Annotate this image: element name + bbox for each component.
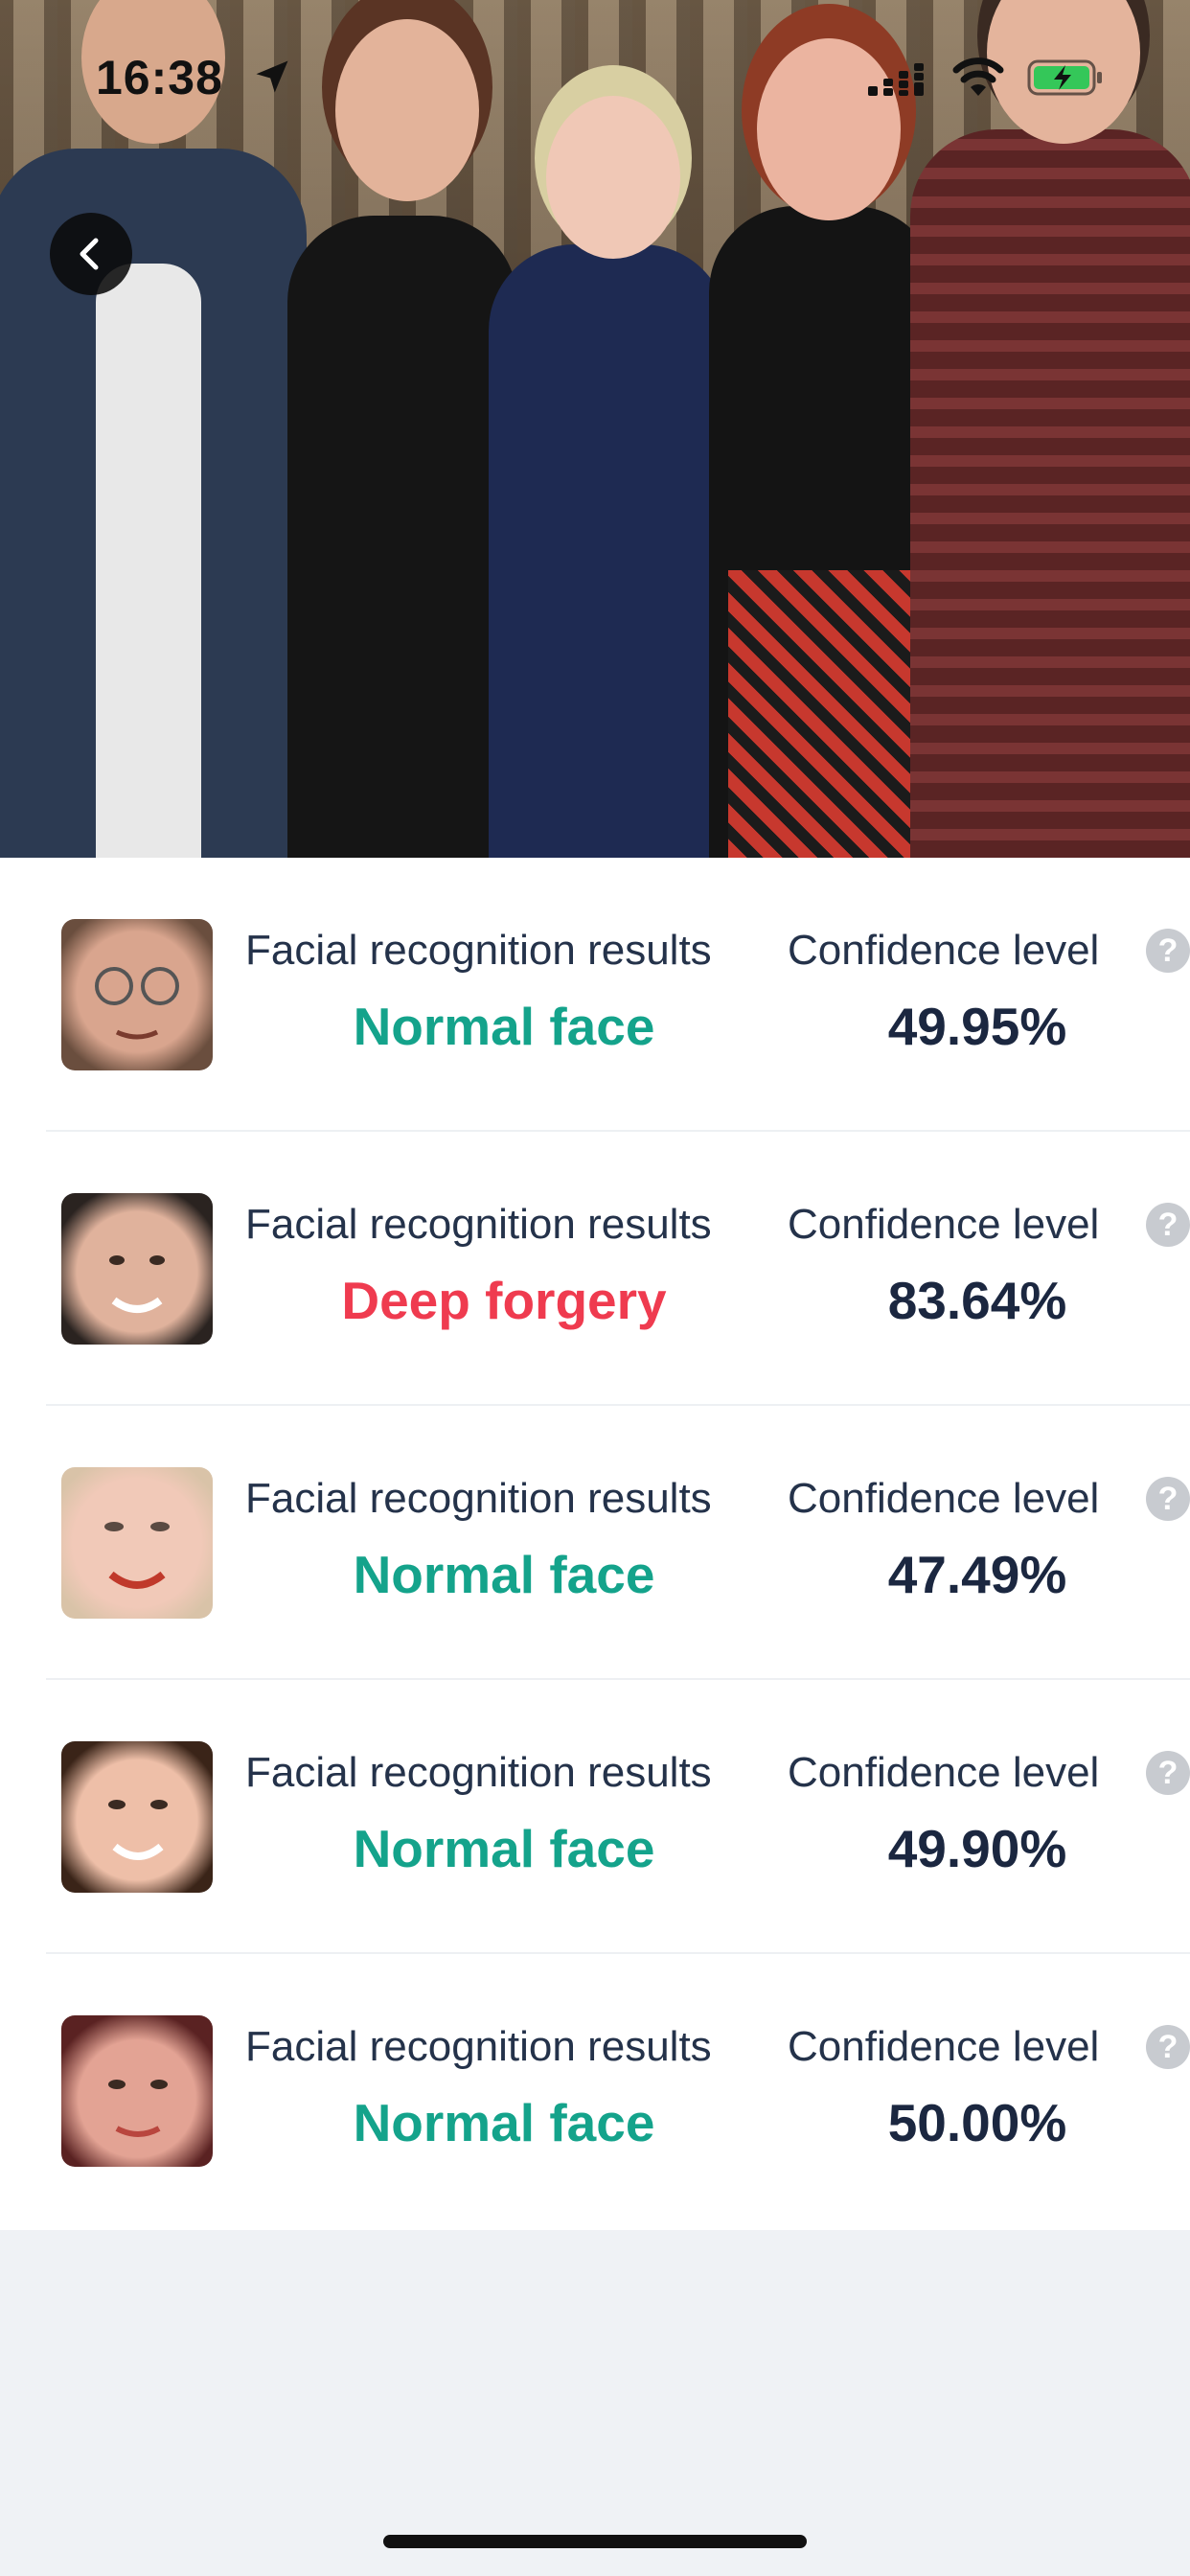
confidence-value: 49.95%	[887, 997, 1067, 1056]
verdict-text: Normal face	[353, 1819, 655, 1878]
status-time: 16:38	[96, 51, 223, 104]
face-result-row[interactable]: Facial recognition results Deep forgery …	[0, 1132, 1190, 1406]
confidence-label: Confidence level	[788, 2023, 1100, 2070]
back-button[interactable]	[50, 213, 132, 295]
verdict-text: Normal face	[353, 1545, 655, 1604]
face-thumbnail	[61, 1741, 213, 1893]
face-thumbnail	[61, 2015, 213, 2167]
face-thumbnail	[61, 919, 213, 1070]
verdict-text: Normal face	[353, 997, 655, 1056]
location-arrow-icon	[256, 60, 288, 93]
uploaded-photo: 16:38	[0, 0, 1190, 858]
face-thumbnail	[61, 1467, 213, 1619]
confidence-value: 50.00%	[887, 2093, 1067, 2152]
verdict-text: Deep forgery	[341, 1271, 667, 1330]
confidence-value: 83.64%	[887, 1271, 1067, 1330]
result-label: Facial recognition results	[245, 2023, 712, 2070]
person-figure	[910, 0, 1190, 858]
result-label: Facial recognition results	[245, 1201, 712, 1248]
verdict-text: Normal face	[353, 2093, 655, 2152]
confidence-label: Confidence level	[788, 927, 1100, 974]
face-thumbnail	[61, 1193, 213, 1345]
result-label: Facial recognition results	[245, 1475, 712, 1522]
cellular-signal-icon	[868, 63, 924, 96]
wifi-icon	[952, 58, 1004, 96]
result-label: Facial recognition results	[245, 1749, 712, 1796]
face-result-row[interactable]: Facial recognition results Normal face C…	[0, 858, 1190, 1132]
confidence-label: Confidence level	[788, 1475, 1100, 1522]
face-result-row[interactable]: Facial recognition results Normal face C…	[0, 1680, 1190, 1954]
result-label: Facial recognition results	[245, 927, 712, 974]
confidence-value: 47.49%	[887, 1545, 1067, 1604]
help-icon[interactable]: ?	[1146, 929, 1190, 973]
battery-charging-icon	[1027, 59, 1102, 96]
face-result-row[interactable]: Facial recognition results Normal face C…	[0, 1954, 1190, 2228]
help-icon[interactable]: ?	[1146, 1477, 1190, 1521]
person-figure	[489, 0, 728, 858]
confidence-label: Confidence level	[788, 1201, 1100, 1248]
person-figure	[0, 0, 307, 858]
confidence-value: 49.90%	[887, 1819, 1067, 1878]
help-icon[interactable]: ?	[1146, 2025, 1190, 2069]
help-icon[interactable]: ?	[1146, 1203, 1190, 1247]
face-result-row[interactable]: Facial recognition results Normal face C…	[0, 1406, 1190, 1680]
confidence-label: Confidence level	[788, 1749, 1100, 1796]
chevron-left-icon	[80, 238, 99, 270]
face-results-list: Facial recognition results Normal face C…	[0, 858, 1190, 2230]
home-indicator[interactable]	[383, 2535, 807, 2548]
help-icon[interactable]: ?	[1146, 1751, 1190, 1795]
